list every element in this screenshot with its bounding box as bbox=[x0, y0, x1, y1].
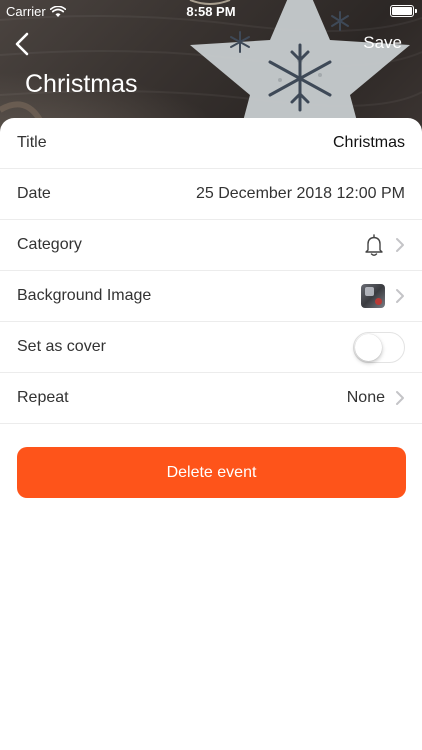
repeat-label: Repeat bbox=[17, 389, 69, 406]
chevron-right-icon bbox=[395, 390, 405, 406]
save-button[interactable]: Save bbox=[363, 33, 402, 53]
chevron-left-icon bbox=[15, 32, 29, 56]
title-value[interactable]: Christmas bbox=[333, 134, 405, 152]
title-label: Title bbox=[17, 134, 47, 151]
date-label: Date bbox=[17, 185, 51, 202]
background-image-row[interactable]: Background Image bbox=[0, 271, 422, 322]
background-image-thumbnail bbox=[361, 284, 385, 308]
chevron-right-icon bbox=[395, 288, 405, 304]
battery-icon bbox=[390, 5, 417, 17]
date-row[interactable]: Date 25 December 2018 12:00 PM bbox=[0, 169, 422, 220]
set-as-cover-row: Set as cover bbox=[0, 322, 422, 373]
status-bar: Carrier 8:58 PM bbox=[0, 0, 422, 22]
set-as-cover-label: Set as cover bbox=[17, 338, 106, 355]
back-button[interactable] bbox=[10, 30, 34, 58]
bell-icon bbox=[365, 234, 383, 256]
set-as-cover-toggle[interactable] bbox=[353, 331, 405, 363]
background-image-label: Background Image bbox=[17, 287, 152, 304]
date-value[interactable]: 25 December 2018 12:00 PM bbox=[196, 185, 405, 203]
event-detail-sheet: Title Christmas Date 25 December 2018 12… bbox=[0, 118, 422, 750]
status-time: 8:58 PM bbox=[186, 4, 236, 19]
chevron-right-icon bbox=[395, 237, 405, 253]
page-title: Christmas bbox=[25, 70, 138, 98]
toggle-knob bbox=[355, 333, 382, 361]
delete-event-button[interactable]: Delete event bbox=[17, 447, 406, 498]
repeat-row[interactable]: Repeat None bbox=[0, 373, 422, 424]
title-row[interactable]: Title Christmas bbox=[0, 118, 422, 169]
category-row[interactable]: Category bbox=[0, 220, 422, 271]
category-label: Category bbox=[17, 236, 82, 253]
repeat-value: None bbox=[346, 389, 385, 406]
